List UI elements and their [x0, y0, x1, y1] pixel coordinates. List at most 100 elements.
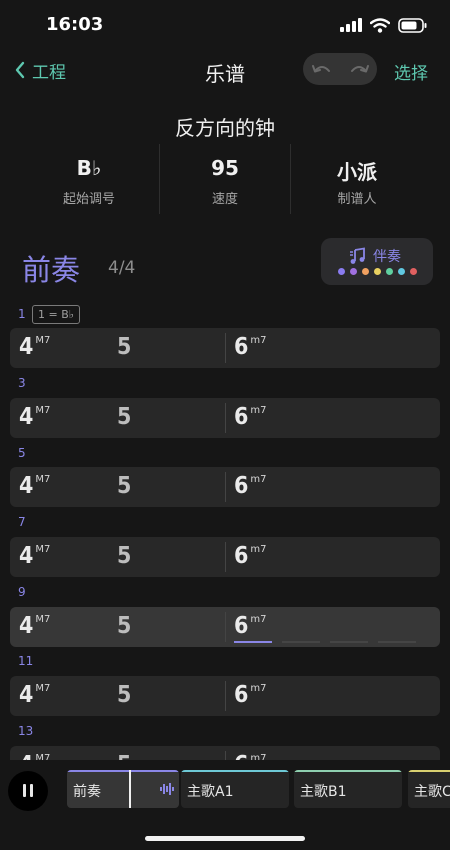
chord-cell[interactable]: 5 [117, 613, 131, 641]
chord-quality: M7 [35, 474, 51, 485]
info-start-key[interactable]: B♭ 起始调号 [14, 156, 164, 207]
score-row[interactable]: 4M7 5 6m7 [10, 328, 440, 368]
chord-cell[interactable]: 6m7 [234, 404, 267, 432]
chord-cell[interactable]: 4M7 [19, 473, 50, 501]
info-tempo[interactable]: 95 速度 [150, 156, 300, 207]
wifi-icon [370, 17, 390, 33]
instrument-dot [398, 268, 405, 275]
accompaniment-button[interactable]: 伴奏 [321, 238, 433, 285]
score-row[interactable]: 4M7 5 6m7 [10, 398, 440, 438]
instrument-dots [338, 268, 417, 275]
chord-degree: 6 [234, 473, 249, 499]
chord-cell[interactable]: 6m7 [234, 334, 267, 362]
chord-degree: 4 [19, 334, 34, 360]
chord-quality: m7 [250, 683, 267, 694]
chord-quality: M7 [35, 405, 51, 416]
segment-label: 前奏 [73, 784, 101, 800]
chord-quality: m7 [250, 405, 267, 416]
undo-redo-group [303, 53, 377, 85]
chord-cell[interactable]: 4M7 [19, 613, 50, 641]
chord-quality: m7 [250, 544, 267, 555]
redo-icon[interactable] [348, 62, 370, 76]
info-arranger[interactable]: 小派 制谱人 [282, 156, 432, 207]
chord-quality: M7 [35, 335, 51, 346]
beat-marker [330, 641, 368, 643]
bar-number: 11 [18, 654, 34, 668]
time-signature[interactable]: 4/4 [108, 258, 135, 278]
section-segment[interactable]: 主歌B1 [294, 770, 402, 808]
back-label: 工程 [32, 62, 66, 83]
chord-cell[interactable]: 6m7 [234, 473, 267, 501]
score-row[interactable]: 4M7 5 6m7 [10, 467, 440, 507]
segment-label: 主歌C [414, 784, 450, 800]
beat-marker [234, 641, 272, 643]
arranger-label: 制谱人 [337, 192, 377, 207]
chord-degree: 5 [117, 682, 132, 708]
chord-cell[interactable]: 5 [117, 404, 131, 432]
chord-cell[interactable]: 5 [117, 473, 131, 501]
bar-number: 9 [18, 585, 26, 599]
chord-quality: m7 [250, 335, 267, 346]
section-segment[interactable]: 前奏 [67, 770, 179, 808]
chord-degree: 4 [19, 543, 34, 569]
accompaniment-label: 伴奏 [373, 249, 401, 265]
undo-icon[interactable] [311, 62, 333, 76]
start-key-label: 起始调号 [62, 192, 115, 207]
bar-number: 7 [18, 515, 26, 529]
chord-cell[interactable]: 6m7 [234, 682, 267, 710]
cellular-signal-icon [340, 18, 362, 32]
chord-degree: 5 [117, 473, 132, 499]
bar-divider [225, 612, 226, 642]
chord-degree: 4 [19, 404, 34, 430]
chord-degree: 5 [117, 404, 132, 430]
bar-divider [225, 333, 226, 363]
bar-divider [225, 542, 226, 572]
instrument-dot [374, 268, 381, 275]
section-segment[interactable]: 主歌A1 [181, 770, 289, 808]
select-button[interactable]: 选择 [394, 59, 428, 84]
segment-color-line [181, 770, 289, 772]
section-segment[interactable]: 主歌C [408, 770, 450, 808]
chord-cell[interactable]: 5 [117, 334, 131, 362]
score-row[interactable]: 4M7 5 6m7 [10, 676, 440, 716]
status-icons [340, 16, 428, 34]
chord-cell[interactable]: 4M7 [19, 404, 50, 432]
score-row[interactable]: 4M7 5 6m7 [10, 537, 440, 577]
beat-marker [282, 641, 320, 643]
chord-cell[interactable]: 5 [117, 543, 131, 571]
chord-cell[interactable]: 6m7 [234, 613, 267, 641]
chord-degree: 6 [234, 334, 249, 360]
waveform-icon [160, 783, 174, 795]
battery-icon [398, 17, 427, 33]
chord-quality: M7 [35, 614, 51, 625]
back-button[interactable]: 工程 [14, 56, 66, 84]
bar-divider [225, 681, 226, 711]
key-badge[interactable]: 1 = B♭ [32, 305, 80, 324]
chord-cell[interactable]: 5 [117, 682, 131, 710]
chevron-left-icon [15, 61, 25, 79]
chord-cell[interactable]: 6m7 [234, 543, 267, 571]
chord-degree: 6 [234, 404, 249, 430]
chord-quality: m7 [250, 474, 267, 485]
pause-button[interactable] [8, 771, 48, 811]
chord-cell[interactable]: 4M7 [19, 682, 50, 710]
score-row[interactable]: 4M7 5 6m7 [10, 607, 440, 647]
music-note-icon [350, 247, 365, 264]
segment-color-line [294, 770, 402, 772]
bar-divider [225, 472, 226, 502]
chord-cell[interactable]: 4M7 [19, 543, 50, 571]
pause-icon [23, 784, 26, 797]
chord-degree: 5 [117, 543, 132, 569]
beat-marker [378, 641, 416, 643]
chord-degree: 5 [117, 334, 132, 360]
arranger-value: 小派 [337, 160, 377, 184]
chord-cell[interactable]: 4M7 [19, 334, 50, 362]
bar-divider [225, 403, 226, 433]
bar-number: 3 [18, 376, 26, 390]
instrument-dot [338, 268, 345, 275]
tempo-value: 95 [211, 156, 239, 180]
section-name: 前奏 [22, 253, 81, 287]
chord-quality: M7 [35, 683, 51, 694]
bar-number: 13 [18, 724, 34, 738]
instrument-dot [410, 268, 417, 275]
